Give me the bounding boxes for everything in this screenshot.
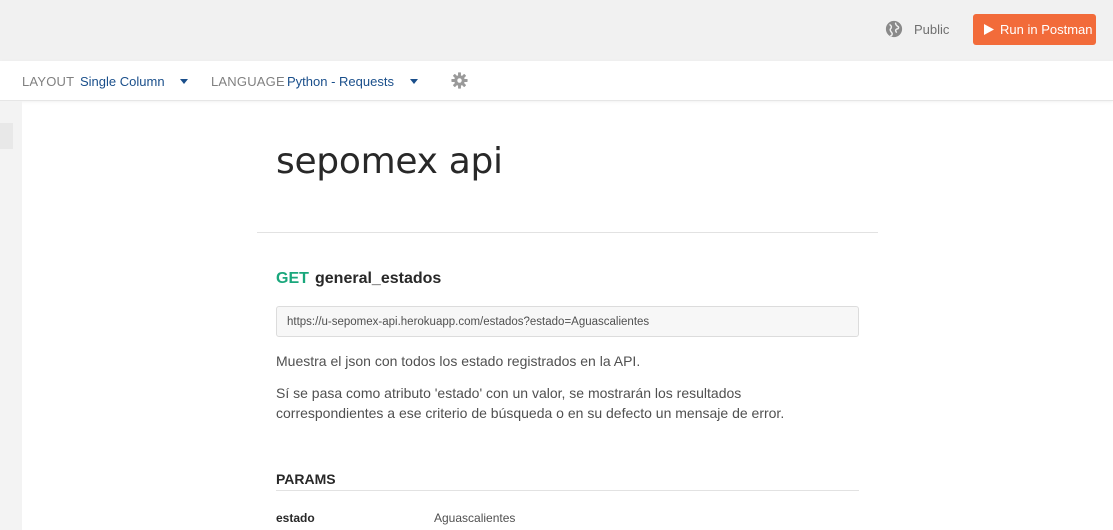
language-label: LANGUAGE: [211, 74, 285, 89]
visibility-indicator[interactable]: Public: [885, 19, 949, 39]
layout-select[interactable]: Single Column: [80, 74, 165, 89]
visibility-label: Public: [914, 21, 950, 37]
language-select[interactable]: Python - Requests: [287, 74, 394, 89]
layout-label: LAYOUT: [22, 74, 75, 89]
gear-icon[interactable]: [451, 72, 468, 89]
request-url[interactable]: https://u-sepomex-api.herokuapp.com/esta…: [276, 306, 859, 337]
http-method-badge: GET: [276, 270, 309, 287]
run-in-postman-button[interactable]: Run in Postman: [973, 14, 1096, 45]
layout-dropdown-caret-icon[interactable]: [180, 79, 188, 84]
top-bar: Public Run in Postman: [0, 0, 1113, 61]
globe-icon: [885, 20, 903, 38]
toolbar: LAYOUT Single Column LANGUAGE Python - R…: [0, 61, 1113, 101]
request-name: general_estados: [315, 270, 442, 287]
request-description-line-1: Muestra el json con todos los estado reg…: [276, 353, 641, 369]
params-divider: [276, 490, 859, 491]
param-key: estado: [276, 511, 315, 525]
request-description-line-2: Sí se pasa como atributo 'estado' con un…: [276, 385, 785, 421]
language-dropdown-caret-icon[interactable]: [410, 79, 418, 84]
play-icon: [984, 24, 994, 35]
run-button-label: Run in Postman: [1000, 22, 1093, 37]
page-title: sepomex api: [276, 141, 503, 182]
param-value: Aguascalientes: [434, 511, 516, 525]
params-heading: PARAMS: [276, 471, 336, 487]
sidebar-collapsed[interactable]: [0, 101, 22, 530]
divider: [257, 232, 878, 233]
sidebar-handle[interactable]: [0, 123, 13, 149]
